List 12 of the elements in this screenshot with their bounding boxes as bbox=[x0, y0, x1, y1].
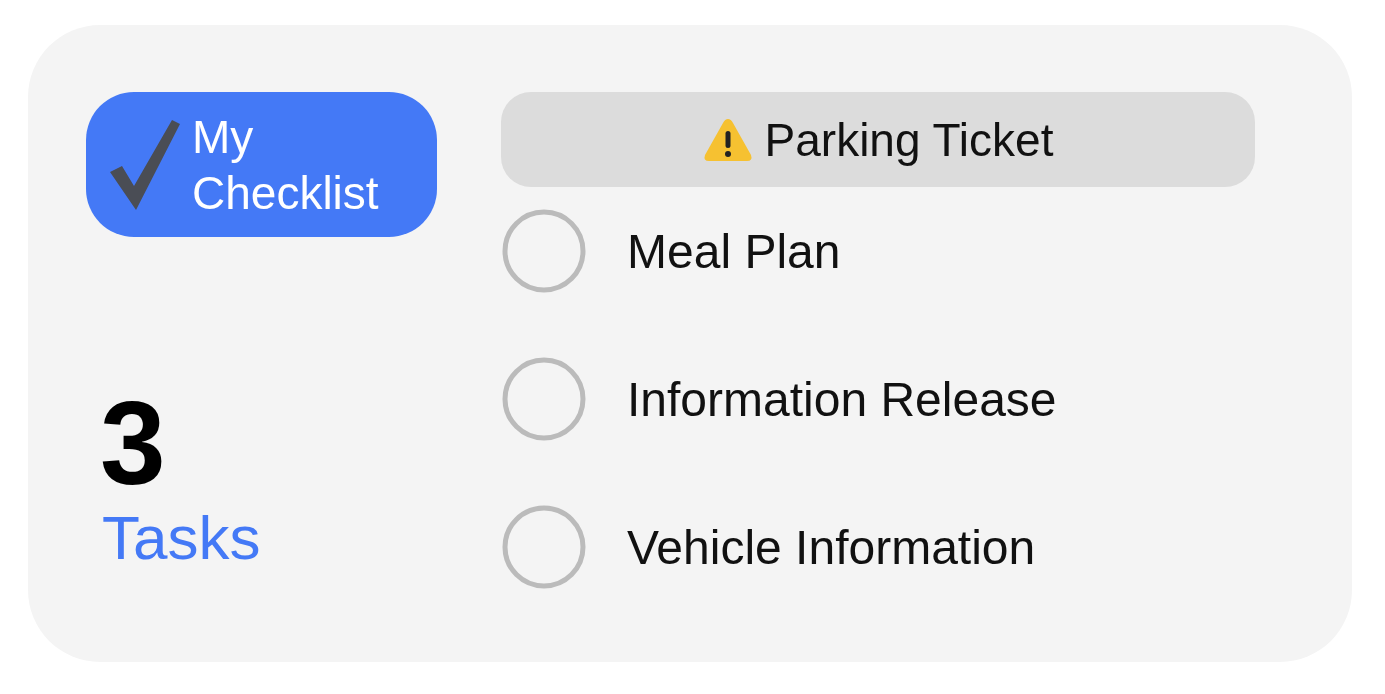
badge-title: My Checklist bbox=[192, 109, 380, 221]
task-label: Information Release bbox=[627, 371, 1057, 427]
task-label: Vehicle Information bbox=[627, 519, 1036, 575]
header-title: Parking Ticket bbox=[764, 112, 1054, 167]
warning-icon bbox=[702, 116, 753, 163]
task-count: 3 bbox=[100, 383, 166, 503]
checkbox-circle[interactable] bbox=[501, 356, 587, 442]
checkbox-circle[interactable] bbox=[501, 208, 587, 294]
checkbox-circle[interactable] bbox=[501, 504, 587, 590]
count-label: Tasks bbox=[102, 503, 261, 573]
task-label: Meal Plan bbox=[627, 223, 841, 279]
checkmark-icon bbox=[110, 119, 182, 210]
